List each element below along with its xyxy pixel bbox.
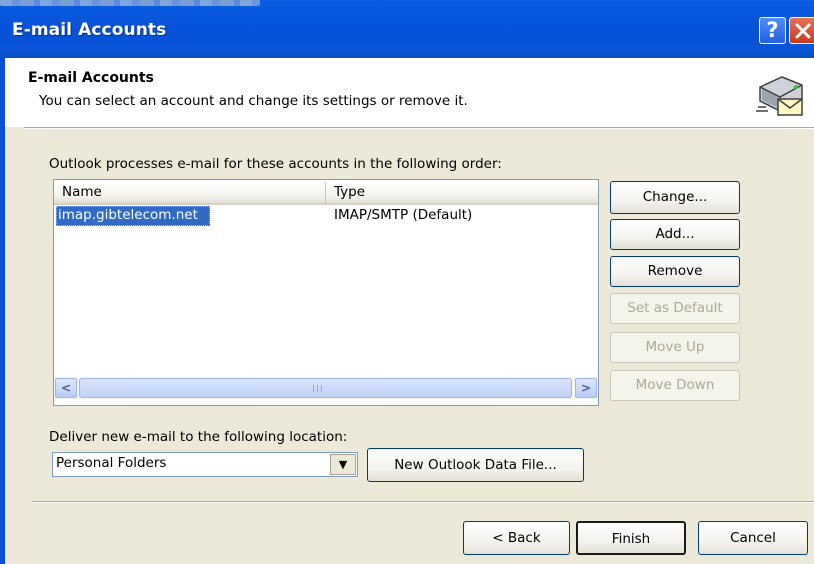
move-up-button[interactable]: Move Up — [610, 332, 740, 363]
scrollbar-thumb[interactable] — [79, 378, 572, 398]
header-subtitle: You can select an account and change its… — [39, 93, 468, 109]
account-name-cell[interactable]: imap.gibtelecom.net — [58, 207, 198, 223]
new-outlook-data-file-button[interactable]: New Outlook Data File... — [367, 448, 584, 482]
delivery-location-label: Deliver new e-mail to the following loca… — [49, 429, 348, 445]
close-button[interactable] — [789, 17, 814, 44]
change-button[interactable]: Change... — [610, 181, 740, 214]
scroll-right-button[interactable]: > — [575, 378, 597, 398]
header-title: E-mail Accounts — [28, 70, 154, 86]
header-divider-highlight — [24, 128, 814, 129]
column-header-name[interactable]: Name — [54, 182, 326, 205]
remove-button[interactable]: Remove — [610, 256, 740, 287]
window-title: E-mail Accounts — [12, 20, 167, 40]
column-header-type[interactable]: Type — [326, 182, 598, 205]
help-button[interactable]: ? — [759, 17, 786, 44]
close-icon — [795, 23, 811, 39]
delivery-location-value[interactable]: Personal Folders — [56, 455, 166, 471]
finish-button[interactable]: Finish — [576, 521, 686, 555]
accounts-order-label: Outlook processes e-mail for these accou… — [49, 156, 502, 172]
cancel-button[interactable]: Cancel — [698, 521, 808, 555]
move-down-button[interactable]: Move Down — [610, 370, 740, 401]
account-type-cell[interactable]: IMAP/SMTP (Default) — [334, 207, 472, 223]
footer-divider-highlight — [32, 502, 814, 503]
set-as-default-button[interactable]: Set as Default — [610, 293, 740, 324]
add-button[interactable]: Add... — [610, 219, 740, 250]
title-bar-shadow-text — [0, 0, 260, 6]
email-account-icon — [756, 73, 806, 123]
scroll-left-button[interactable]: < — [55, 378, 77, 398]
chevron-down-icon[interactable]: ▼ — [330, 454, 356, 475]
back-button[interactable]: < Back — [463, 521, 570, 555]
scrollbar-grip-icon: III — [312, 384, 324, 395]
